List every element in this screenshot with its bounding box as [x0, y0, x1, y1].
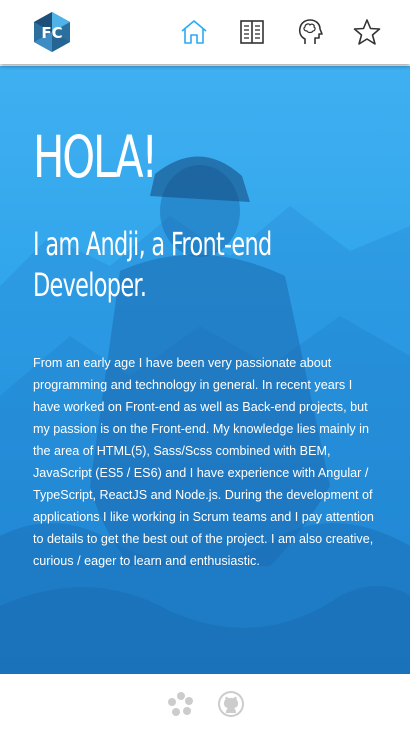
bio-paragraph: From an early age I have been very passi…	[33, 356, 374, 568]
nav-skills-button[interactable]	[296, 18, 324, 46]
github-link[interactable]	[217, 690, 245, 718]
nav-favorites-button[interactable]	[353, 18, 381, 46]
codepen-cluster-icon	[168, 692, 193, 716]
logo-hexagon-icon: FC	[34, 12, 70, 52]
star-icon	[353, 19, 381, 45]
site-logo[interactable]: FC	[32, 11, 72, 53]
codepen-link[interactable]	[167, 690, 195, 718]
book-icon	[240, 20, 264, 44]
top-navigation-bar: FC	[0, 0, 410, 64]
github-icon	[218, 691, 244, 717]
nav-book-button[interactable]	[238, 18, 266, 46]
hero-section: HOLA! I am Andji, a Front-end Developer.…	[0, 66, 410, 674]
home-icon	[181, 20, 207, 44]
footer-bar	[0, 674, 410, 730]
logo-text: FC	[41, 24, 62, 42]
intro-heading: I am Andji, a Front-end Developer.	[33, 225, 272, 304]
nav-home-button[interactable]	[180, 18, 208, 46]
greeting-heading: HOLA!	[33, 123, 158, 191]
brain-head-icon	[298, 19, 323, 44]
